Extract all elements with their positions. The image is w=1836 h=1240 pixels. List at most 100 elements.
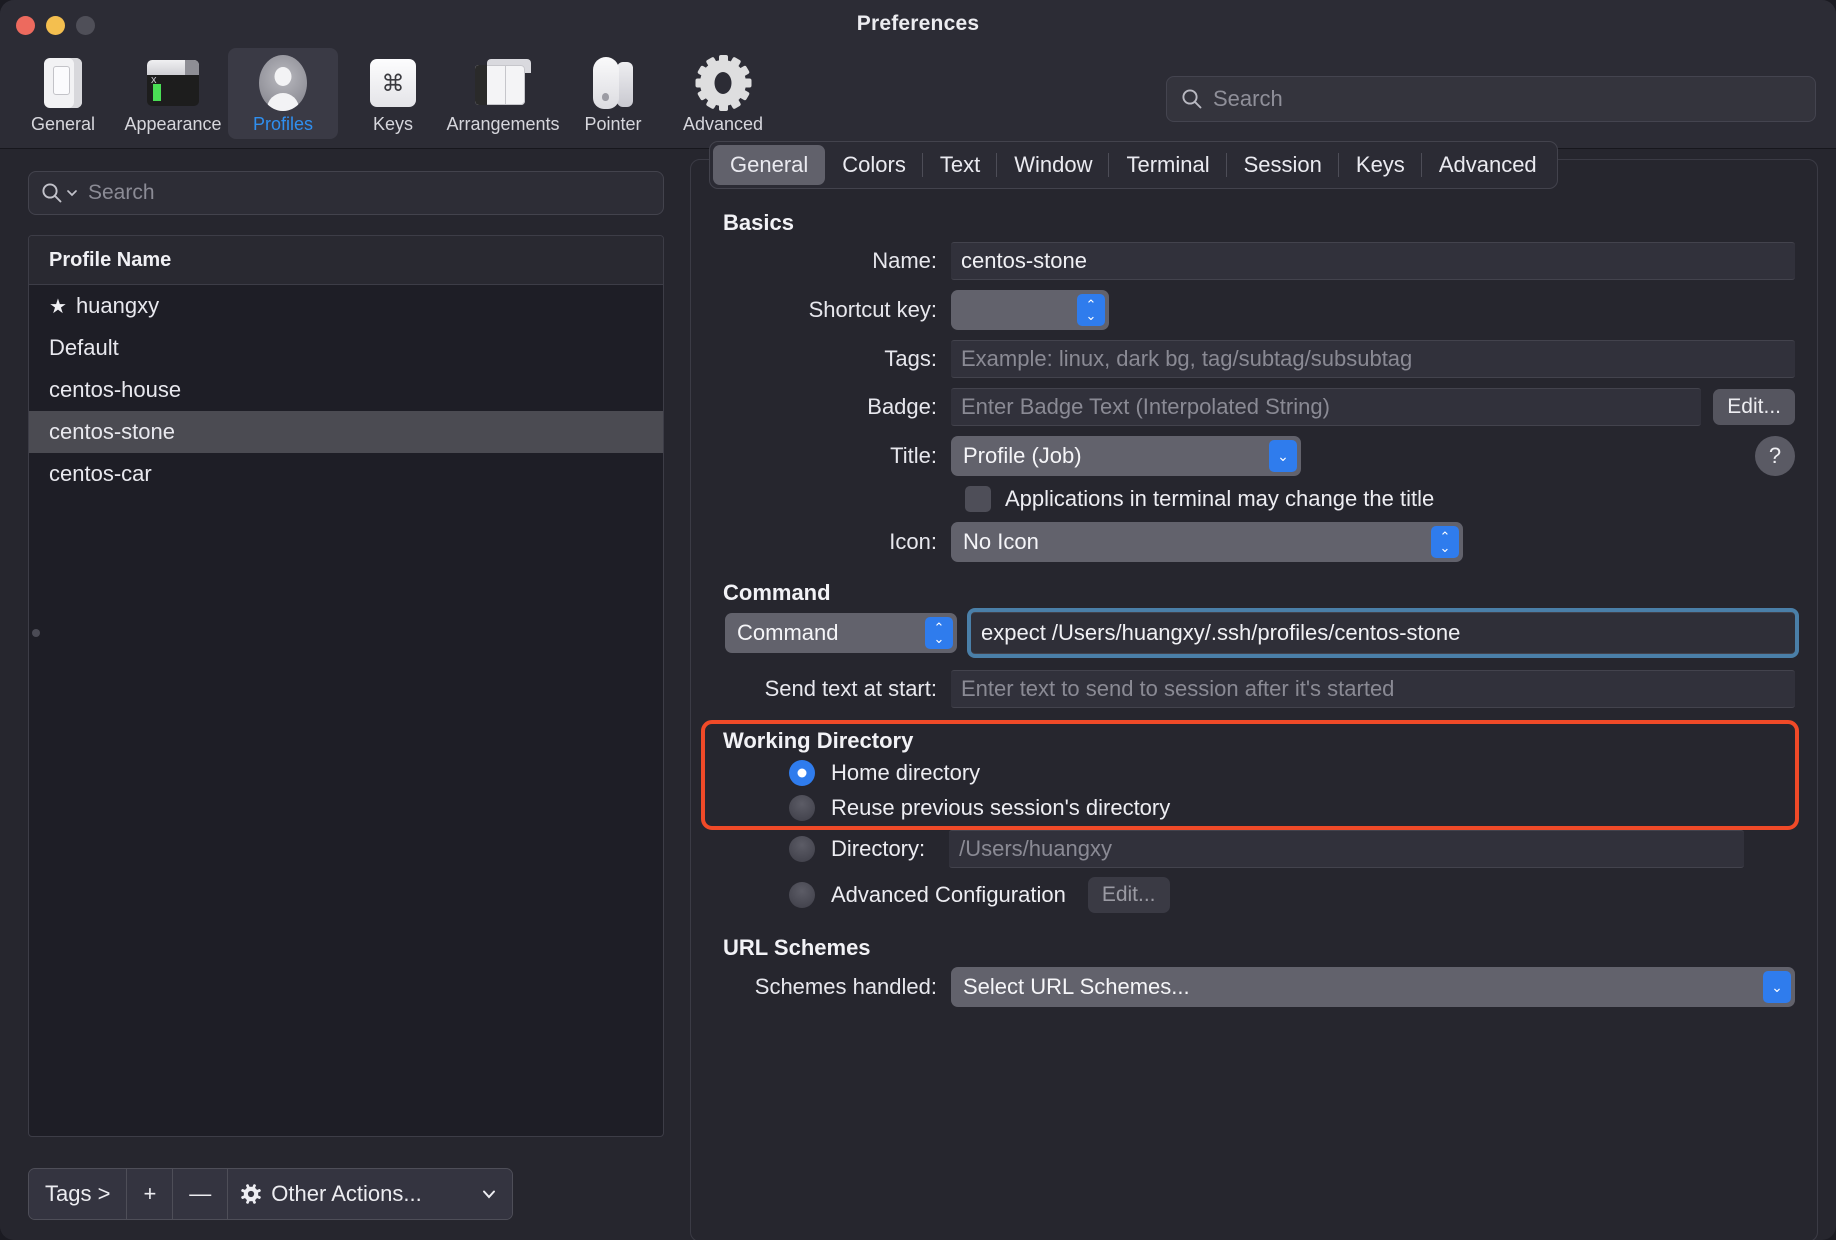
toolbar-search-placeholder: Search — [1213, 86, 1283, 111]
profile-name-label: centos-house — [49, 377, 182, 402]
title-popup-button[interactable]: Profile (Job) ⌄ — [951, 436, 1301, 476]
schemes-handled-label: Schemes handled: — [754, 974, 937, 999]
tab-label: Text — [939, 152, 981, 177]
preferences-toolbar: General x Appearance Profiles ⌘ Keys Arr… — [0, 48, 1836, 149]
command-input[interactable]: expect /Users/huangxy/.ssh/profiles/cent… — [971, 612, 1795, 654]
keys-icon: ⌘ — [370, 54, 416, 112]
badge-label: Badge: — [867, 394, 937, 419]
tags-button[interactable]: Tags > — [29, 1169, 128, 1219]
preferences-window: Preferences General x Appearance Profile… — [0, 0, 1836, 1240]
wd-reuse-previous-row[interactable]: Reuse previous session's directory — [789, 795, 1795, 821]
table-row-selected[interactable]: centos-stone — [29, 411, 663, 453]
badge-edit-button[interactable]: Edit... — [1713, 389, 1795, 425]
wd-home-directory-row[interactable]: Home directory — [789, 760, 1795, 786]
toolbar-item-keys[interactable]: ⌘ Keys — [338, 48, 448, 139]
table-row[interactable]: centos-house — [29, 369, 663, 411]
tab-advanced[interactable]: Advanced — [1422, 145, 1554, 185]
profile-detail-pane: General Colors Text Window Terminal Sess… — [690, 141, 1836, 1240]
arrangements-icon — [475, 54, 531, 112]
other-actions-button[interactable]: Other Actions... — [228, 1169, 513, 1219]
badge-input[interactable]: Enter Badge Text (Interpolated String) — [951, 388, 1702, 426]
send-text-input[interactable]: Enter text to send to session after it's… — [951, 670, 1795, 708]
icon-row: Icon: No Icon ⌃ ⌄ — [713, 522, 1795, 562]
basics-section-title: Basics — [723, 210, 794, 235]
table-row[interactable]: ★ huangxy — [29, 285, 663, 327]
command-mode-popup[interactable]: Command ⌃ ⌄ — [725, 613, 957, 653]
command-section-title: Command — [723, 580, 831, 605]
sidebar-resize-handle[interactable] — [32, 629, 40, 637]
search-icon — [1182, 89, 1202, 109]
tab-terminal[interactable]: Terminal — [1109, 145, 1227, 185]
tab-session[interactable]: Session — [1227, 145, 1339, 185]
tab-colors[interactable]: Colors — [825, 145, 923, 185]
profiles-table-header[interactable]: Profile Name — [29, 236, 663, 285]
stepper-arrows-icon[interactable]: ⌃ ⌄ — [1077, 294, 1105, 326]
apps-change-title-row: Applications in terminal may change the … — [965, 486, 1795, 512]
window-title: Preferences — [856, 12, 980, 35]
name-label: Name: — [872, 248, 937, 273]
wd-advanced-config-row[interactable]: Advanced Configuration Edit... — [789, 877, 1795, 913]
profile-name-label: Default — [49, 335, 119, 360]
remove-profile-button[interactable]: — — [173, 1169, 229, 1219]
plus-icon: + — [143, 1181, 157, 1206]
tags-button-label: Tags > — [45, 1181, 111, 1206]
wd-advanced-config-label: Advanced Configuration — [831, 882, 1066, 907]
shortcut-key-row: Shortcut key: ⌃ ⌄ — [713, 290, 1795, 330]
tags-input[interactable]: Example: linux, dark bg, tag/subtag/subs… — [951, 340, 1795, 378]
wd-advanced-config-radio[interactable] — [789, 882, 815, 908]
tab-label: Advanced — [1438, 152, 1537, 177]
toolbar-item-arrangements[interactable]: Arrangements — [446, 48, 560, 139]
icon-popup-button[interactable]: No Icon ⌃ ⌄ — [951, 522, 1463, 562]
wd-reuse-previous-radio[interactable] — [789, 795, 815, 821]
tags-label: Tags: — [884, 346, 937, 371]
profiles-bottom-toolbar: Tags > + — Other Actions... — [28, 1168, 514, 1220]
chevron-down-icon[interactable]: ⌄ — [1763, 971, 1791, 1003]
toolbar-item-profiles[interactable]: Profiles — [228, 48, 338, 139]
shortcut-key-stepper[interactable]: ⌃ ⌄ — [951, 290, 1109, 330]
working-directory-section-title: Working Directory — [723, 728, 914, 753]
wd-directory-input[interactable]: /Users/huangxy — [949, 830, 1745, 868]
profile-search-field[interactable]: Search — [28, 171, 664, 215]
tags-row: Tags: Example: linux, dark bg, tag/subta… — [713, 340, 1795, 378]
wd-directory-row[interactable]: Directory: /Users/huangxy — [789, 830, 1795, 868]
add-profile-button[interactable]: + — [127, 1169, 174, 1219]
search-icon — [42, 183, 62, 203]
tab-text[interactable]: Text — [923, 145, 998, 185]
chevron-down-icon[interactable]: ⌄ — [1269, 440, 1297, 472]
title-help-button[interactable]: ? — [1755, 436, 1795, 476]
profiles-sidebar: Search Profile Name ★ huangxy Default ce… — [0, 149, 690, 1240]
toolbar-search-field[interactable]: Search — [1166, 76, 1816, 122]
send-text-label: Send text at start: — [764, 676, 937, 701]
toolbar-label-pointer: Pointer — [584, 114, 642, 134]
toolbar-item-pointer[interactable]: Pointer — [558, 48, 668, 139]
advanced-gear-icon — [695, 54, 751, 112]
wd-home-directory-radio[interactable] — [789, 760, 815, 786]
icon-value: No Icon — [963, 529, 1039, 554]
name-row: Name: centos-stone — [713, 242, 1795, 280]
general-icon — [44, 54, 82, 112]
stepper-arrows-icon[interactable]: ⌃ ⌄ — [1431, 526, 1459, 558]
toolbar-item-general[interactable]: General — [8, 48, 118, 139]
wd-directory-radio[interactable] — [789, 836, 815, 862]
title-bar: Preferences — [0, 0, 1836, 52]
tab-label: Keys — [1355, 152, 1405, 177]
profiles-table: Profile Name ★ huangxy Default centos-ho… — [28, 235, 664, 1137]
gear-icon — [241, 1184, 262, 1204]
stepper-arrows-icon[interactable]: ⌃ ⌄ — [925, 617, 953, 649]
schemes-handled-popup[interactable]: Select URL Schemes... ⌄ — [951, 967, 1795, 1007]
tab-general[interactable]: General — [713, 145, 826, 185]
table-row[interactable]: Default — [29, 327, 663, 369]
name-input[interactable]: centos-stone — [951, 242, 1795, 280]
chevron-down-icon[interactable] — [66, 187, 78, 199]
tab-window[interactable]: Window — [997, 145, 1110, 185]
toolbar-label-profiles: Profiles — [252, 114, 314, 134]
general-tab-content: Basics Name: centos-stone Shortcut key: … — [691, 200, 1817, 1240]
tab-keys[interactable]: Keys — [1339, 145, 1422, 185]
wd-advanced-edit-button[interactable]: Edit... — [1087, 877, 1170, 913]
toolbar-item-advanced[interactable]: Advanced — [668, 48, 778, 139]
apps-change-title-checkbox[interactable] — [965, 486, 991, 512]
command-row: Command ⌃ ⌄ expect /Users/huangxy/.ssh/pr… — [713, 612, 1795, 654]
table-row[interactable]: centos-car — [29, 453, 663, 495]
toolbar-item-appearance[interactable]: x Appearance — [118, 48, 228, 139]
appearance-icon: x — [147, 54, 199, 112]
